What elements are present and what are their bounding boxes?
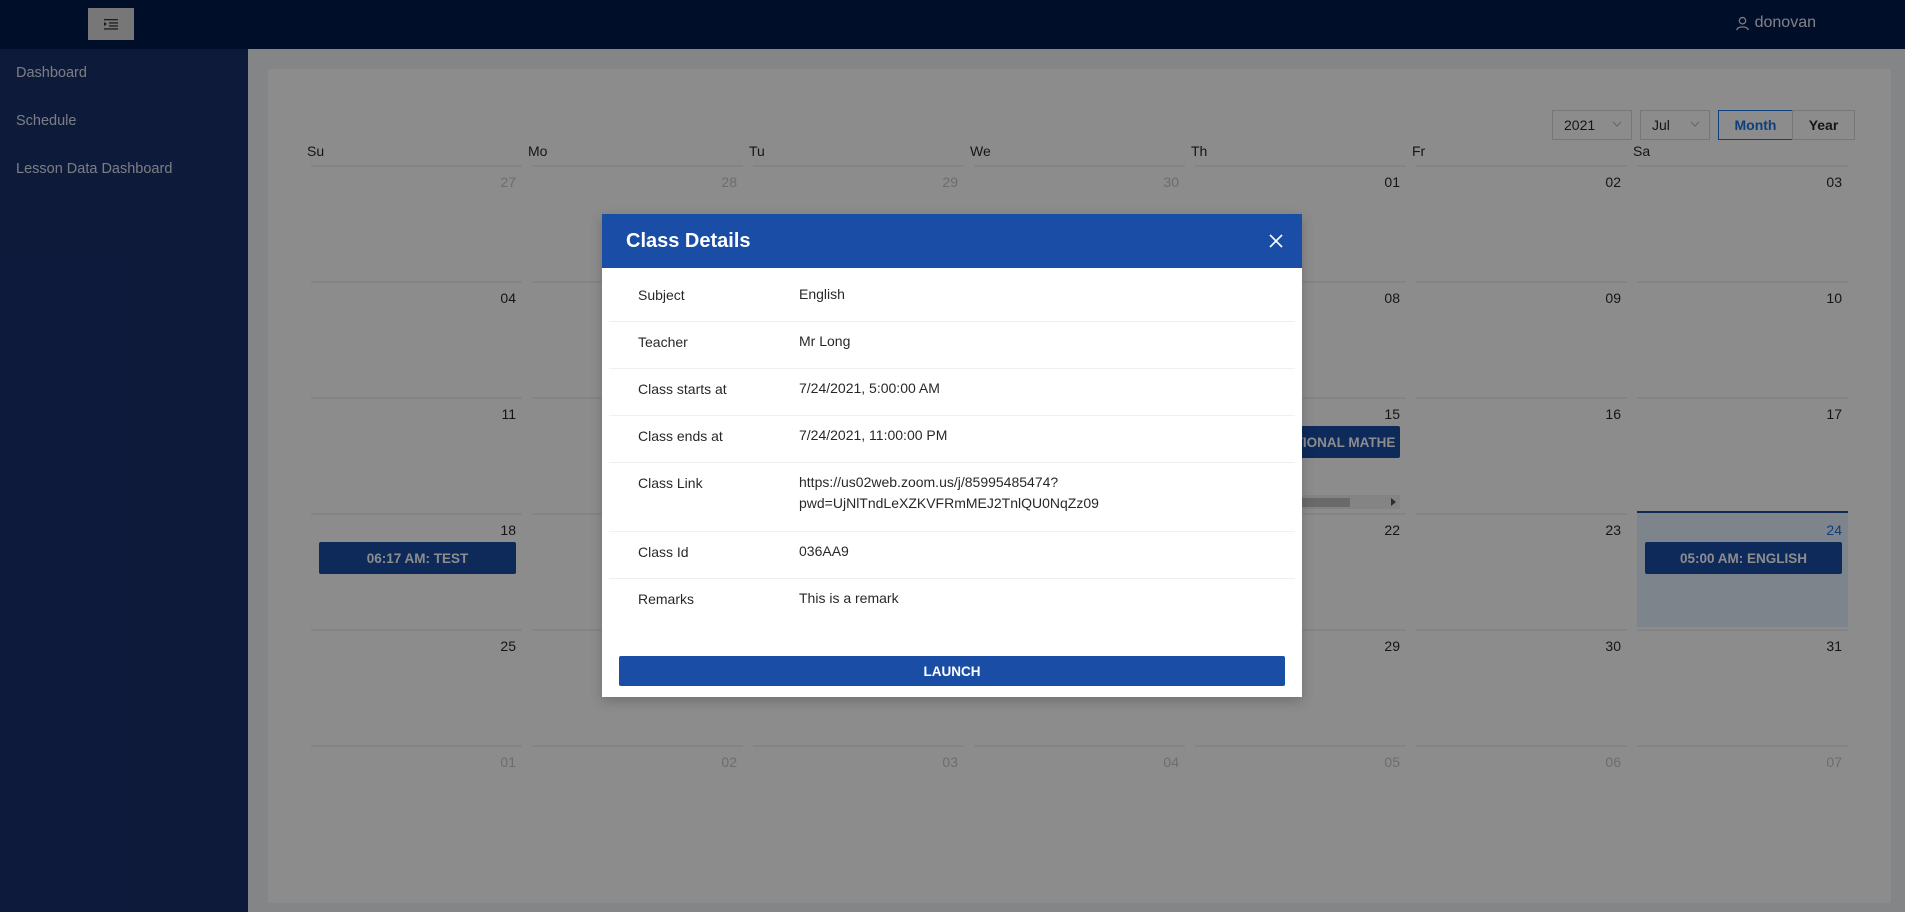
detail-label: Class Id [638, 544, 689, 560]
modal-title: Class Details [626, 230, 751, 252]
detail-value: English [799, 286, 845, 302]
detail-label: Subject [638, 287, 685, 303]
class-details-modal: Class Details Subject English Teacher Mr… [602, 214, 1302, 697]
detail-label: Class Link [638, 475, 703, 491]
detail-value: This is a remark [799, 590, 899, 606]
detail-row-starts: Class starts at 7/24/2021, 5:00:00 AM [609, 369, 1295, 416]
detail-label: Class starts at [638, 381, 727, 397]
detail-label: Remarks [638, 591, 695, 607]
modal-header: Class Details [602, 214, 1302, 268]
class-link-continued[interactable]: pwd=UjNlTndLeXZKVFRmMEJ2TnlQU0NqZz09 [799, 493, 1099, 514]
detail-value: 7/24/2021, 11:00:00 PM [799, 427, 948, 443]
detail-row-remarks: Remarks This is a remark [609, 579, 1295, 626]
detail-row-ends: Class ends at 7/24/2021, 11:00:00 PM [609, 416, 1295, 463]
detail-row-class-id: Class Id 036AA9 [609, 532, 1295, 579]
detail-row-teacher: Teacher Mr Long [609, 322, 1295, 369]
detail-label: Teacher [638, 334, 688, 350]
launch-button[interactable]: LAUNCH [619, 656, 1285, 686]
detail-row-link: Class Link https://us02web.zoom.us/j/859… [609, 463, 1295, 532]
class-link[interactable]: https://us02web.zoom.us/j/85995485474? [799, 472, 1058, 493]
detail-value: Mr Long [799, 333, 851, 349]
detail-label: Class ends at [638, 428, 723, 444]
close-icon[interactable] [1268, 233, 1284, 249]
detail-row-subject: Subject English [609, 268, 1295, 322]
detail-value: 7/24/2021, 5:00:00 AM [799, 380, 940, 396]
detail-value: 036AA9 [799, 543, 849, 559]
